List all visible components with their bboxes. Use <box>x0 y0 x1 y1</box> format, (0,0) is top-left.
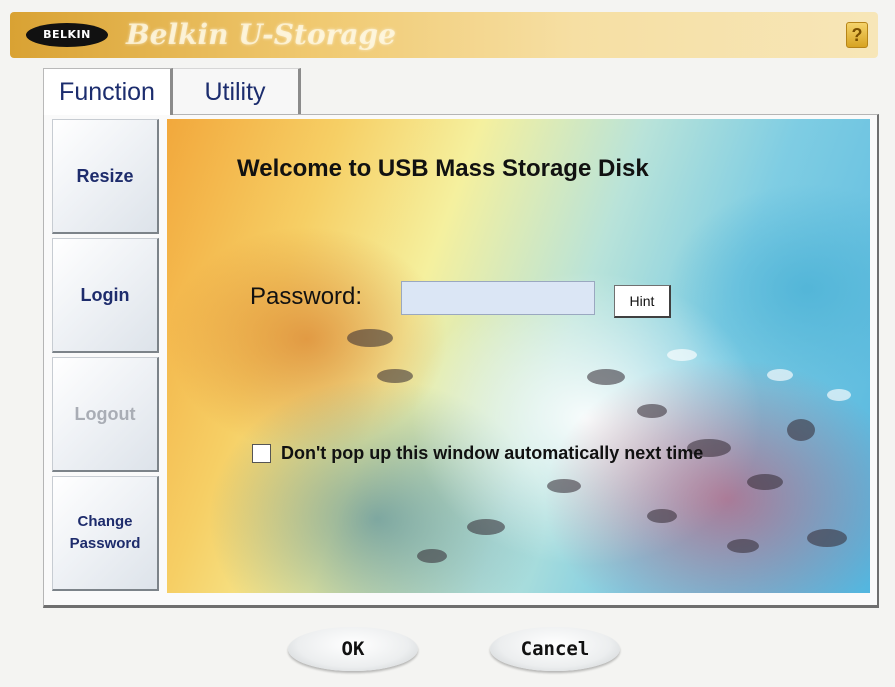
decor-speck <box>417 549 447 563</box>
change-password-label: Change Password <box>70 511 141 555</box>
function-sidebar: Resize Login Logout Change Password <box>52 119 160 595</box>
decor-speck <box>347 329 393 347</box>
tab-utility[interactable]: Utility <box>172 68 301 115</box>
change-password-line2: Password <box>69 535 141 552</box>
logout-button[interactable]: Logout <box>52 357 159 472</box>
decor-speck <box>727 539 759 553</box>
function-panel: Resize Login Logout Change Password Welc… <box>43 114 879 608</box>
welcome-heading: Welcome to USB Mass Storage Disk <box>237 155 649 182</box>
change-password-line1: Change <box>77 513 133 530</box>
resize-button[interactable]: Resize <box>52 119 159 234</box>
decor-speck <box>547 479 581 493</box>
cancel-button[interactable]: Cancel <box>490 627 620 671</box>
belkin-logo: BELKIN <box>26 23 108 47</box>
password-label: Password: <box>250 283 363 310</box>
decor-speck <box>827 389 851 401</box>
auto-popup-option: Don't pop up this window automatically n… <box>252 443 703 464</box>
u-storage-window: BELKIN Belkin U-Storage ? Function Utili… <box>0 0 895 687</box>
tab-function[interactable]: Function <box>43 68 173 115</box>
decor-speck <box>747 474 783 490</box>
decor-speck <box>647 509 677 523</box>
hint-button[interactable]: Hint <box>614 285 671 318</box>
app-title: Belkin U-Storage <box>126 18 396 51</box>
decor-speck <box>767 369 793 381</box>
decor-speck <box>467 519 505 535</box>
change-password-button[interactable]: Change Password <box>52 476 159 591</box>
password-input[interactable] <box>401 281 595 315</box>
dont-popup-label: Don't pop up this window automatically n… <box>281 443 704 463</box>
login-content-area: Welcome to USB Mass Storage Disk Passwor… <box>167 119 870 593</box>
title-bar: BELKIN Belkin U-Storage ? <box>10 12 878 58</box>
decor-speck <box>587 369 625 385</box>
decor-speck <box>787 419 815 441</box>
ok-button[interactable]: OK <box>288 627 418 671</box>
decor-speck <box>667 349 697 361</box>
login-button[interactable]: Login <box>52 238 159 353</box>
decor-speck <box>807 529 847 547</box>
decor-speck <box>377 369 413 383</box>
dont-popup-checkbox[interactable] <box>252 444 271 463</box>
decor-speck <box>637 404 667 418</box>
help-icon[interactable]: ? <box>846 22 868 48</box>
